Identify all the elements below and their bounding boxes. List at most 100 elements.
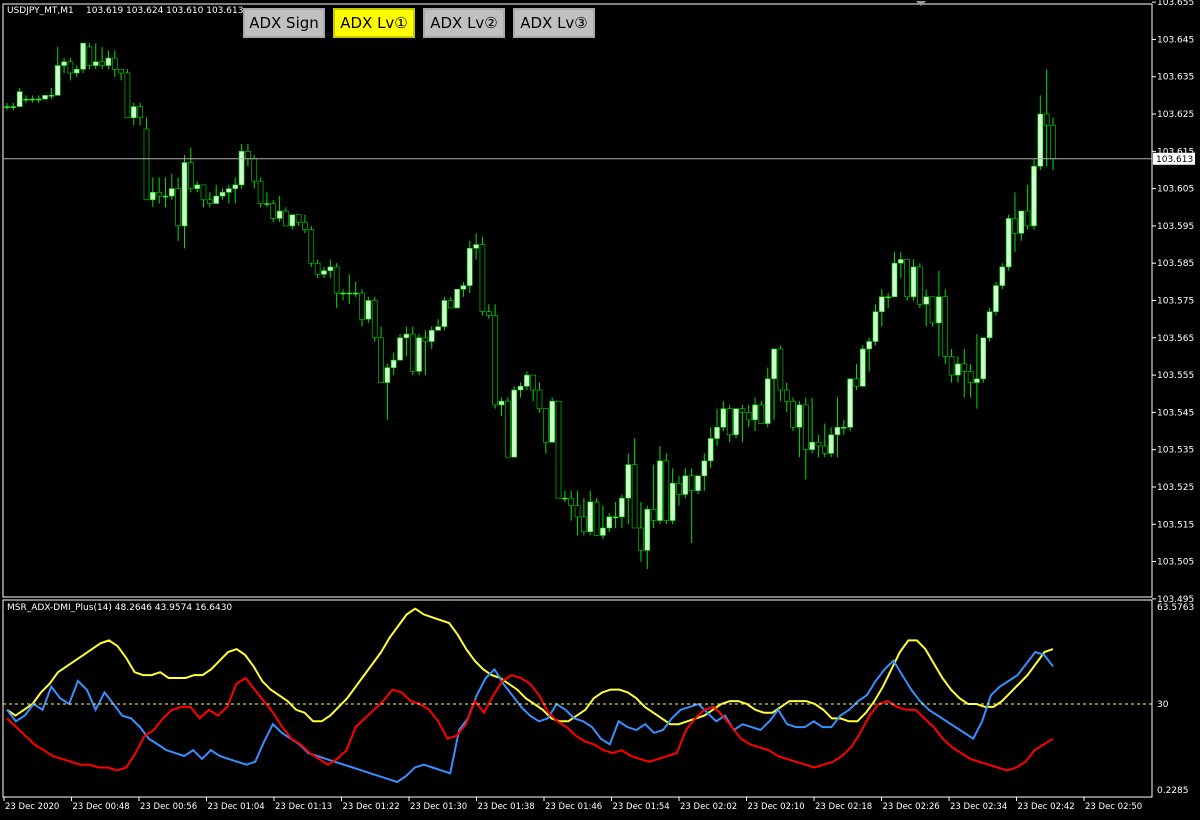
candle-body	[866, 341, 872, 350]
candle-body	[821, 445, 828, 454]
candle-body	[872, 311, 879, 342]
candle-body	[917, 266, 923, 305]
candle-body	[48, 95, 55, 97]
candle-body	[92, 61, 99, 66]
price-tick-label: 103.585	[1157, 259, 1194, 269]
price-tick-label: 103.635	[1157, 73, 1194, 83]
candle-body	[378, 337, 384, 383]
candle-body	[371, 300, 378, 339]
candle-body	[695, 475, 701, 492]
candle-body	[764, 378, 771, 424]
candle-body	[340, 292, 346, 295]
candle-body	[302, 221, 308, 230]
candle-body	[517, 385, 524, 391]
adx-lv3-button[interactable]: ADX Lv③	[513, 8, 595, 38]
candle-body	[321, 270, 327, 275]
time-tick-label: 23 Dec 01:13	[275, 802, 332, 812]
candle-body	[54, 65, 61, 96]
indicator-frame	[2, 599, 1153, 798]
candle-body	[1018, 210, 1025, 234]
indicator-tick-label: 30	[1157, 700, 1169, 710]
time-tick-label: 23 Dec 02:02	[680, 802, 737, 812]
candle-body	[1012, 218, 1018, 234]
candle-body	[308, 229, 315, 264]
candle-body	[942, 296, 949, 357]
time-tick-label: 23 Dec 00:48	[73, 802, 130, 812]
candle-body	[834, 427, 841, 436]
candle-body	[771, 348, 777, 380]
candle-body	[4, 106, 10, 108]
indicator-title: MSR_ADX-DMI_Plus(14) 48.2646 43.9574 16.…	[7, 603, 233, 613]
candle-body	[16, 91, 23, 107]
candle-body	[80, 42, 86, 70]
candle-body	[454, 289, 460, 309]
time-tick-label: 23 Dec 01:30	[410, 802, 467, 812]
candle-body	[130, 106, 137, 119]
candle-body	[346, 292, 353, 295]
candle-body	[251, 158, 258, 182]
price-tick-label: 103.555	[1157, 371, 1194, 381]
chart-window: 103.655 103.645 103.635 103.625 103.615 103.6…	[0, 0, 1200, 820]
candle-body	[498, 400, 505, 406]
candle-body	[663, 460, 670, 521]
candle-body	[885, 296, 891, 299]
candle-body	[479, 244, 486, 312]
candle-body	[923, 296, 930, 305]
candle-body	[352, 292, 359, 295]
candle-body	[644, 509, 651, 551]
candle-body	[276, 210, 283, 219]
candle-body	[929, 296, 936, 324]
candle-body	[948, 356, 955, 376]
candle-body	[745, 412, 752, 421]
adx-sign-button[interactable]: ADX Sign	[243, 8, 325, 38]
candle-body	[35, 98, 42, 101]
candle-body	[485, 311, 492, 316]
time-tick-label: 23 Dec 02:10	[748, 802, 805, 812]
candle-body	[707, 438, 714, 462]
candle-body	[327, 266, 334, 271]
candle-body	[752, 404, 758, 421]
candle-body	[657, 460, 663, 521]
price-tick-label: 103.565	[1157, 334, 1194, 344]
candle-body	[460, 285, 467, 290]
candle-body	[428, 330, 435, 342]
candle-body	[783, 389, 790, 402]
time-tick-label: 23 Dec 02:18	[815, 802, 872, 812]
candle-body	[1005, 218, 1012, 268]
candle-body	[669, 482, 676, 521]
current-price-label: 103.613	[1156, 155, 1193, 165]
candle-body	[111, 57, 118, 70]
candle-body	[188, 162, 194, 189]
candle-body	[162, 195, 169, 198]
adx-lv1-button[interactable]: ADX Lv①	[333, 8, 415, 38]
candle-body	[720, 408, 727, 428]
time-tick-label: 23 Dec 01:38	[478, 802, 535, 812]
time-tick-label: 23 Dec 02:50	[1085, 802, 1142, 812]
candle-body	[1024, 210, 1031, 227]
candle-body	[473, 244, 479, 249]
candle-body	[809, 441, 815, 450]
candle-body	[1050, 124, 1056, 160]
price-tick-label: 103.595	[1157, 222, 1194, 232]
candle-body	[390, 359, 397, 368]
indicator-tick-label: 0.2285	[1157, 786, 1189, 796]
candle-body	[974, 378, 980, 383]
candle-body	[790, 400, 796, 428]
candle-body	[150, 192, 156, 201]
adx-lv2-button[interactable]: ADX Lv②	[423, 8, 505, 38]
candle-body	[447, 300, 454, 309]
ohlc-label: 103.619 103.624 103.610 103.613	[86, 6, 244, 16]
candle-body	[879, 296, 885, 312]
candle-body	[175, 188, 181, 227]
price-tick-label: 103.545	[1157, 408, 1194, 418]
candle-body	[986, 311, 993, 339]
candle-body	[593, 501, 600, 536]
candle-body	[619, 497, 625, 518]
candle-body	[993, 285, 999, 312]
candle-body	[333, 266, 340, 294]
price-tick-label: 103.645	[1157, 35, 1194, 45]
price-chart[interactable]: 103.655103.645103.635103.625103.615103.6…	[0, 0, 1200, 820]
time-tick-label: 23 Dec 01:54	[613, 802, 670, 812]
candle-body	[688, 475, 695, 492]
candle-body	[86, 46, 93, 66]
